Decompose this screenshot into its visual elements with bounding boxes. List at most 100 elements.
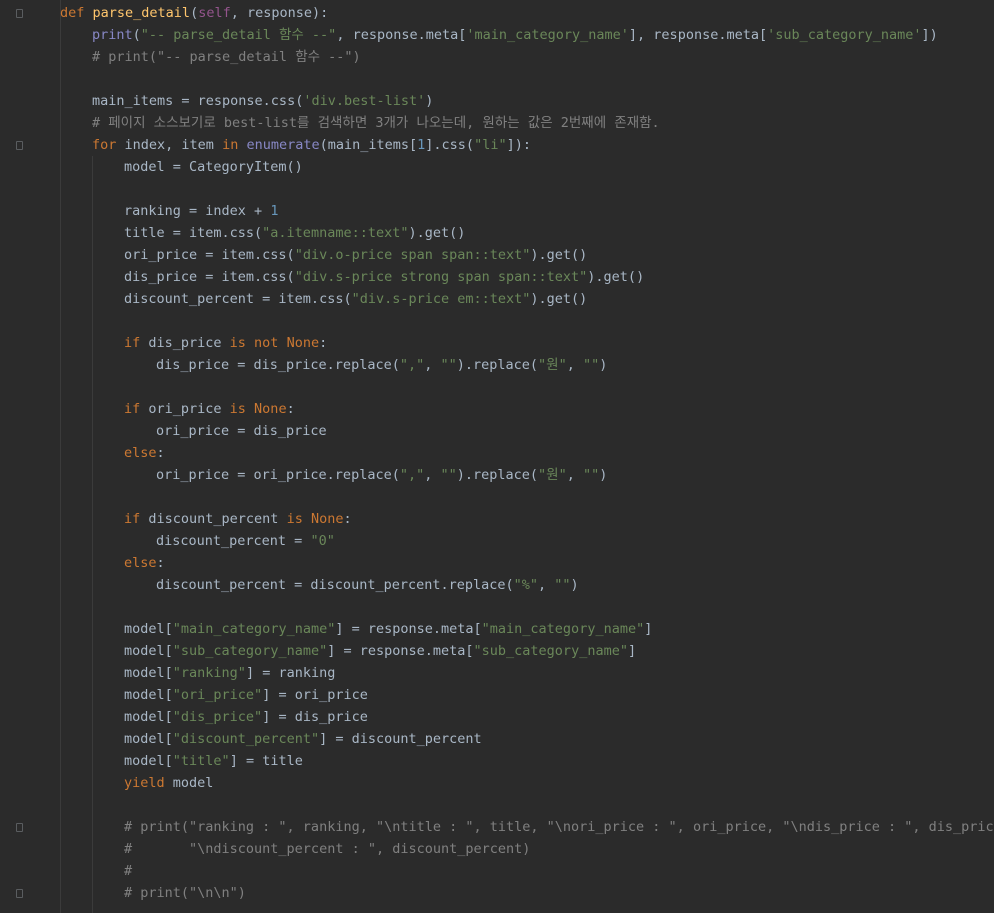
- code-line[interactable]: #: [124, 860, 132, 882]
- code-line[interactable]: # print("-- parse_detail 함수 --"): [92, 46, 361, 68]
- code-token: # "\ndiscount_percent : ", discount_perc…: [124, 841, 531, 857]
- code-token: yield: [124, 775, 173, 791]
- code-line[interactable]: for index, item in enumerate(main_items[…: [92, 134, 531, 156]
- code-token: discount_percent = item.css(: [124, 291, 352, 307]
- code-token: :: [156, 555, 165, 571]
- code-line[interactable]: discount_percent = "0": [156, 530, 335, 552]
- code-line[interactable]: model["ori_price"] = ori_price: [124, 684, 368, 706]
- code-token: dis_price = dis_price.replace(: [156, 357, 400, 373]
- code-token: is None: [286, 511, 344, 527]
- code-line[interactable]: # "\ndiscount_percent : ", discount_perc…: [124, 838, 530, 860]
- code-token: ,: [424, 467, 441, 483]
- code-line[interactable]: # print("ranking : ", ranking, "\ntitle …: [124, 816, 994, 838]
- code-token: # print("\n\n"): [124, 885, 246, 901]
- code-token: , response.meta[: [336, 27, 467, 43]
- code-token: "div.s-price em::text": [351, 291, 531, 307]
- fold-icon[interactable]: [16, 141, 23, 150]
- code-token: is not None: [229, 335, 320, 351]
- code-token: ]: [627, 643, 637, 659]
- code-token: "원": [538, 357, 567, 373]
- code-line[interactable]: if ori_price is None:: [124, 398, 295, 420]
- code-token: title = item.css(: [124, 225, 263, 241]
- code-token: ori_price = dis_price: [156, 423, 327, 439]
- code-token: (: [190, 5, 199, 21]
- code-token: model[: [124, 621, 173, 637]
- code-token: (main_items[: [319, 137, 418, 153]
- code-token: ori_price: [148, 401, 230, 417]
- code-token: is None: [229, 401, 287, 417]
- code-token: #: [124, 863, 133, 879]
- code-token: ): [425, 93, 434, 109]
- code-line[interactable]: # 페이지 소스보기로 best-list를 검색하면 3개가 나오는데, 원하…: [92, 112, 660, 134]
- code-token: "": [440, 357, 457, 373]
- code-line[interactable]: discount_percent = discount_percent.repl…: [156, 574, 579, 596]
- code-token: ] = ranking: [245, 665, 336, 681]
- code-token: ).replace(: [456, 357, 539, 373]
- code-token: "-- parse_detail 함수 --": [140, 27, 337, 43]
- code-token: 'sub_category_name': [767, 27, 922, 43]
- code-token: "%": [513, 577, 539, 593]
- code-token: ]): [921, 27, 938, 43]
- code-line[interactable]: model["dis_price"] = dis_price: [124, 706, 368, 728]
- code-token: "원": [538, 467, 567, 483]
- code-line[interactable]: # print("\n\n"): [124, 882, 246, 904]
- code-token: ).replace(: [456, 467, 539, 483]
- code-line[interactable]: model = CategoryItem(): [124, 156, 303, 178]
- code-token: ): [599, 467, 608, 483]
- code-token: "": [583, 467, 600, 483]
- code-line[interactable]: discount_percent = item.css("div.s-price…: [124, 288, 587, 310]
- code-line[interactable]: model["ranking"] = ranking: [124, 662, 335, 684]
- code-line[interactable]: def parse_detail(self, response):: [60, 2, 328, 24]
- code-token: "ranking": [172, 665, 246, 681]
- code-token: ranking = index +: [124, 203, 271, 219]
- code-line[interactable]: ranking = index + 1: [124, 200, 278, 222]
- code-token: model[: [124, 731, 173, 747]
- code-token: "discount_percent": [172, 731, 320, 747]
- fold-icon[interactable]: [16, 9, 23, 18]
- code-token: 'div.best-list': [303, 93, 426, 109]
- code-token: "div.o-price span span::text": [294, 247, 531, 263]
- code-line[interactable]: yield model: [124, 772, 213, 794]
- code-token: "main_category_name": [481, 621, 645, 637]
- code-token: discount_percent: [148, 511, 287, 527]
- code-token: main_items = response.css(: [92, 93, 304, 109]
- code-line[interactable]: ori_price = item.css("div.o-price span s…: [124, 244, 587, 266]
- code-line[interactable]: model["main_category_name"] = response.m…: [124, 618, 652, 640]
- code-token: "": [583, 357, 600, 373]
- code-line[interactable]: title = item.css("a.itemname::text").get…: [124, 222, 465, 244]
- code-token: ,: [566, 357, 583, 373]
- code-line[interactable]: ori_price = dis_price: [156, 420, 327, 442]
- code-token: "title": [172, 753, 230, 769]
- code-token: ).get(): [587, 269, 645, 285]
- code-line[interactable]: dis_price = dis_price.replace(",", "").r…: [156, 354, 607, 376]
- code-token: ): [570, 577, 579, 593]
- code-line[interactable]: else:: [124, 552, 165, 574]
- code-line[interactable]: model["discount_percent"] = discount_per…: [124, 728, 482, 750]
- code-token: "sub_category_name": [172, 643, 328, 659]
- code-line[interactable]: print("-- parse_detail 함수 --", response.…: [92, 24, 938, 46]
- code-line[interactable]: else:: [124, 442, 165, 464]
- code-token: ] = title: [229, 753, 303, 769]
- code-token: print: [92, 27, 133, 43]
- code-token: "div.s-price strong span span::text": [294, 269, 588, 285]
- code-line[interactable]: main_items = response.css('div.best-list…: [92, 90, 433, 112]
- code-token: discount_percent =: [156, 533, 311, 549]
- code-token: self: [198, 5, 231, 21]
- code-token: # print("ranking : ", ranking, "\ntitle …: [124, 819, 994, 835]
- code-line[interactable]: if discount_percent is None:: [124, 508, 352, 530]
- fold-icon[interactable]: [16, 889, 23, 898]
- code-token: , response):: [230, 5, 329, 21]
- code-line[interactable]: dis_price = item.css("div.s-price strong…: [124, 266, 644, 288]
- code-line[interactable]: ori_price = ori_price.replace(",", "").r…: [156, 464, 607, 486]
- code-line[interactable]: model["title"] = title: [124, 750, 303, 772]
- code-line[interactable]: if dis_price is not None:: [124, 332, 327, 354]
- code-token: :: [156, 445, 165, 461]
- code-token: "dis_price": [172, 709, 263, 725]
- fold-icon[interactable]: [16, 823, 23, 832]
- code-line[interactable]: model["sub_category_name"] = response.me…: [124, 640, 636, 662]
- code-token: model: [172, 775, 214, 791]
- code-token: # print("-- parse_detail 함수 --"): [92, 49, 361, 65]
- code-editor[interactable]: def parse_detail(self, response): print("…: [0, 0, 994, 913]
- code-token: ",": [399, 357, 425, 373]
- code-token: "sub_category_name": [473, 643, 628, 659]
